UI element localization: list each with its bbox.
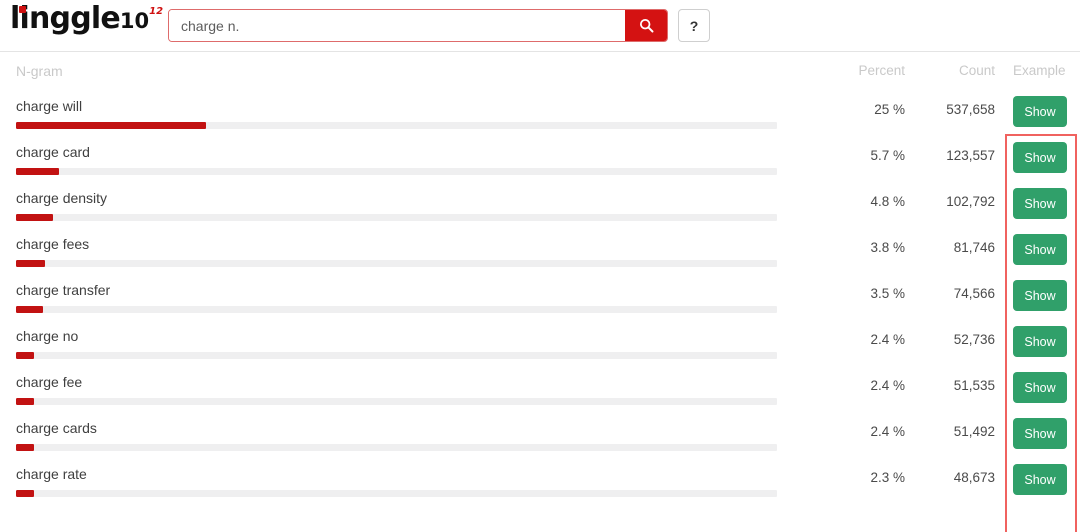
count-value: 81,746 <box>953 240 995 255</box>
show-example-button[interactable]: Show <box>1013 188 1067 219</box>
example-cell: Show <box>1013 142 1067 173</box>
search-box[interactable] <box>168 9 668 42</box>
percent-bar-track <box>16 490 777 497</box>
percent-bar-fill <box>16 214 53 221</box>
search-icon <box>639 18 654 33</box>
search-area: ? <box>168 9 710 42</box>
example-cell: Show <box>1013 280 1067 311</box>
percent-value: 2.4 % <box>870 378 905 393</box>
percent-bar-fill <box>16 306 43 313</box>
results-table: N-gram Percent Count Example charge will… <box>0 52 1080 532</box>
logo-wordmark: linggle <box>10 1 121 36</box>
percent-value: 5.7 % <box>870 148 905 163</box>
table-row: charge density 4.8 % 102,792 Show <box>0 184 1080 230</box>
ngram-label: charge no <box>16 328 79 344</box>
table-row: charge fee 2.4 % 51,535 Show <box>0 368 1080 414</box>
table-row: charge transfer 3.5 % 74,566 Show <box>0 276 1080 322</box>
logo-word-text: linggle <box>10 1 121 36</box>
percent-bar-track <box>16 352 777 359</box>
search-input[interactable] <box>169 10 625 41</box>
table-row: charge card 5.7 % 123,557 Show <box>0 138 1080 184</box>
table-row: charge will 25 % 537,658 Show <box>0 92 1080 138</box>
show-example-button[interactable]: Show <box>1013 326 1067 357</box>
example-cell: Show <box>1013 418 1067 449</box>
example-cell: Show <box>1013 464 1067 495</box>
count-value: 74,566 <box>953 286 995 301</box>
ngram-label: charge fee <box>16 374 83 390</box>
column-header-percent: Percent <box>858 63 905 78</box>
percent-value: 2.4 % <box>870 332 905 347</box>
percent-bar-fill <box>16 352 34 359</box>
percent-value: 4.8 % <box>870 194 905 209</box>
percent-bar-fill <box>16 260 45 267</box>
percent-bar-track <box>16 444 777 451</box>
percent-bar-track <box>16 306 777 313</box>
percent-value: 25 % <box>874 102 905 117</box>
ngram-label: charge fees <box>16 236 90 252</box>
app-header: linggle 10 12 ? <box>0 0 1080 52</box>
count-value: 102,792 <box>946 194 995 209</box>
show-example-button[interactable]: Show <box>1013 142 1067 173</box>
example-cell: Show <box>1013 326 1067 357</box>
count-value: 52,736 <box>953 332 995 347</box>
ngram-label: charge will <box>16 98 83 114</box>
help-button[interactable]: ? <box>678 9 710 42</box>
column-header-example: Example <box>1013 63 1066 78</box>
show-example-button[interactable]: Show <box>1013 96 1067 127</box>
table-row: charge no 2.4 % 52,736 Show <box>0 322 1080 368</box>
percent-value: 3.5 % <box>870 286 905 301</box>
percent-bar-track <box>16 260 777 267</box>
show-example-button[interactable]: Show <box>1013 418 1067 449</box>
column-header-ngram: N-gram <box>16 63 63 79</box>
percent-bar-track <box>16 122 777 129</box>
ngram-label: charge card <box>16 144 90 160</box>
percent-value: 2.3 % <box>870 470 905 485</box>
show-example-button[interactable]: Show <box>1013 372 1067 403</box>
count-value: 51,535 <box>953 378 995 393</box>
percent-bar-fill <box>16 168 59 175</box>
example-cell: Show <box>1013 234 1067 265</box>
example-cell: Show <box>1013 372 1067 403</box>
ngram-label: charge density <box>16 190 108 206</box>
logo-dot-accent <box>19 6 26 13</box>
ngram-label: charge transfer <box>16 282 111 298</box>
table-row: charge cards 2.4 % 51,492 Show <box>0 414 1080 460</box>
table-header-row: N-gram Percent Count Example <box>0 52 1080 92</box>
count-value: 537,658 <box>946 102 995 117</box>
percent-bar-fill <box>16 444 34 451</box>
percent-bar-track <box>16 168 777 175</box>
count-value: 48,673 <box>953 470 995 485</box>
example-cell: Show <box>1013 96 1067 127</box>
linggle-logo[interactable]: linggle 10 12 <box>10 4 163 44</box>
percent-bar-fill <box>16 490 34 497</box>
show-example-button[interactable]: Show <box>1013 234 1067 265</box>
count-value: 123,557 <box>946 148 995 163</box>
show-example-button[interactable]: Show <box>1013 280 1067 311</box>
ngram-label: charge cards <box>16 420 97 436</box>
logo-exponent: 12 <box>149 6 164 17</box>
show-example-button[interactable]: Show <box>1013 464 1067 495</box>
percent-bar-fill <box>16 122 206 129</box>
percent-bar-track <box>16 214 777 221</box>
table-row: charge rate 2.3 % 48,673 Show <box>0 460 1080 506</box>
percent-value: 3.8 % <box>870 240 905 255</box>
ngram-label: charge rate <box>16 466 87 482</box>
percent-bar-fill <box>16 398 34 405</box>
search-button[interactable] <box>625 10 667 41</box>
percent-bar-track <box>16 398 777 405</box>
count-value: 51,492 <box>953 424 995 439</box>
table-row: charge fees 3.8 % 81,746 Show <box>0 230 1080 276</box>
logo-base-number: 10 <box>119 9 150 33</box>
column-header-count: Count <box>958 63 995 78</box>
example-cell: Show <box>1013 188 1067 219</box>
percent-value: 2.4 % <box>870 424 905 439</box>
table-body: charge will 25 % 537,658 Show charge card 5.7… <box>0 92 1080 506</box>
